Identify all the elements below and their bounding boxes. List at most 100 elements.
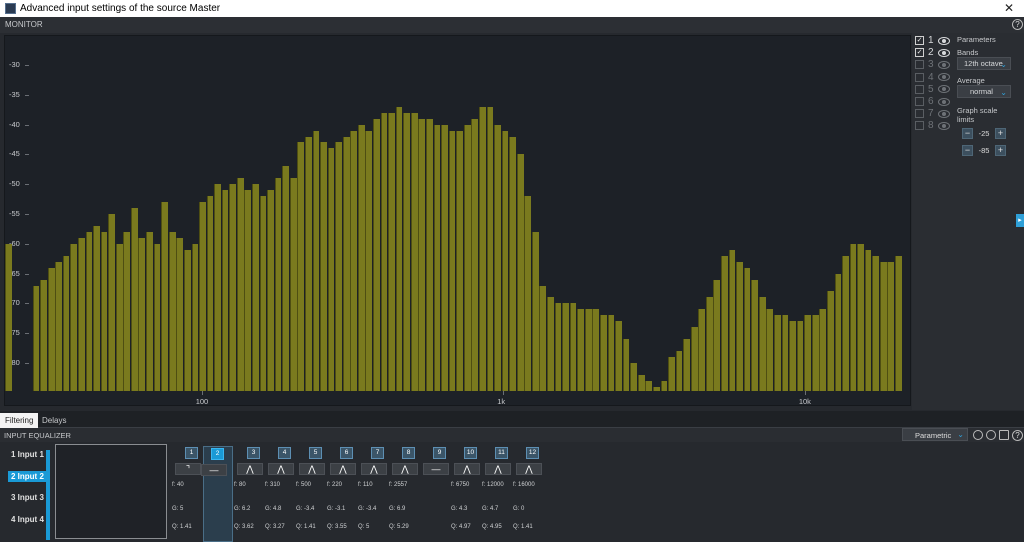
filter-param-q[interactable]: Q: 4.95	[482, 524, 502, 530]
filter-param-q[interactable]: Q: 1.41	[513, 524, 533, 530]
filter-number[interactable]: 11	[495, 447, 508, 459]
eye-icon[interactable]	[937, 97, 950, 106]
band-item[interactable]: 6	[915, 96, 950, 107]
band-item[interactable]: 4	[915, 72, 950, 83]
band-item[interactable]: 8	[915, 120, 950, 131]
band-checkbox[interactable]	[915, 121, 924, 131]
filter-number[interactable]: 6	[340, 447, 353, 459]
lower-limit-value[interactable]: -85	[973, 145, 995, 156]
filter-number[interactable]: 5	[309, 447, 322, 459]
band-checkbox[interactable]	[915, 84, 924, 94]
filter-number[interactable]: 2	[211, 448, 224, 460]
plus-icon[interactable]: +	[995, 144, 1006, 156]
eye-icon[interactable]	[937, 60, 950, 69]
filter-param-f[interactable]: f: 500	[296, 482, 311, 488]
headphones-icon[interactable]	[973, 430, 983, 440]
input-item[interactable]: 1 Input 1	[8, 449, 47, 460]
expand-panel-icon[interactable]: ▸	[1016, 214, 1024, 227]
eq-mode-dropdown[interactable]: Parametric ⌄	[902, 428, 968, 441]
filter-number[interactable]: 1	[185, 447, 198, 459]
input-item[interactable]: 2 Input 2	[8, 470, 47, 482]
filter-param-q[interactable]: Q: 3.55	[327, 524, 347, 530]
filter-shape-icon[interactable]: ⋀	[392, 463, 418, 475]
input-item[interactable]: 3 Input 3	[8, 492, 47, 503]
filter-param-g[interactable]: G: 4.7	[482, 506, 498, 512]
filter-shape-icon[interactable]: ⋀	[330, 463, 356, 475]
close-icon[interactable]: ✕	[1004, 1, 1014, 15]
filter-param-g[interactable]: G: 4.8	[265, 506, 281, 512]
filter-column[interactable]: 8 ⋀ f: 2557 G: 6.9 Q: 5.29	[389, 446, 425, 542]
band-checkbox[interactable]	[915, 60, 924, 70]
filter-shape-icon[interactable]: ⋀	[485, 463, 511, 475]
filter-shape-icon[interactable]: ⋀	[299, 463, 325, 475]
filter-number[interactable]: 9	[433, 447, 446, 459]
filter-shape-icon[interactable]: ⋀	[268, 463, 294, 475]
bands-dropdown[interactable]: 12th octave ⌄	[957, 57, 1011, 70]
filter-param-q[interactable]: Q: 1.41	[172, 524, 192, 530]
filter-shape-icon[interactable]: ⌝	[175, 463, 201, 475]
filter-param-g[interactable]: G: 6.9	[389, 506, 405, 512]
filter-param-f[interactable]: f: 220	[327, 482, 342, 488]
filter-param-g[interactable]: G: 6.2	[234, 506, 250, 512]
band-checkbox[interactable]: ✓	[915, 48, 924, 58]
filter-number[interactable]: 7	[371, 447, 384, 459]
filter-param-g[interactable]: G: -3.4	[358, 506, 376, 512]
filter-column[interactable]: 12 ⋀ f: 16000 G: 0 Q: 1.41	[513, 446, 549, 542]
reset-icon[interactable]	[986, 430, 996, 440]
filter-param-q[interactable]: Q: 3.62	[234, 524, 254, 530]
minus-icon[interactable]: −	[962, 127, 973, 139]
filter-number[interactable]: 4	[278, 447, 291, 459]
filter-param-f[interactable]: f: 2557	[389, 482, 407, 488]
plus-icon[interactable]: +	[995, 127, 1006, 139]
average-dropdown[interactable]: normal ⌄	[957, 85, 1011, 98]
filter-param-g[interactable]: G: 4.3	[451, 506, 467, 512]
filter-number[interactable]: 8	[402, 447, 415, 459]
band-checkbox[interactable]	[915, 109, 924, 119]
help-icon[interactable]: ?	[1012, 430, 1023, 441]
filter-param-g[interactable]: G: -3.1	[327, 506, 345, 512]
copy-icon[interactable]	[999, 430, 1009, 440]
eye-icon[interactable]	[937, 73, 950, 82]
band-item[interactable]: ✓ 2	[915, 47, 950, 58]
filter-number[interactable]: 3	[247, 447, 260, 459]
eye-icon[interactable]	[937, 48, 950, 57]
filter-number[interactable]: 10	[464, 447, 477, 459]
filter-shape-icon[interactable]: —	[201, 464, 227, 476]
eye-icon[interactable]	[937, 85, 950, 94]
band-item[interactable]: 3	[915, 59, 950, 70]
input-item[interactable]: 4 Input 4	[8, 514, 47, 525]
filter-shape-icon[interactable]: ⋀	[516, 463, 542, 475]
band-item[interactable]: 5	[915, 84, 950, 95]
filter-number[interactable]: 12	[526, 447, 539, 459]
filter-param-q[interactable]: Q: 5	[358, 524, 369, 530]
filter-param-q[interactable]: Q: 4.97	[451, 524, 471, 530]
filter-param-q[interactable]: Q: 1.41	[296, 524, 316, 530]
tab-delays[interactable]: Delays	[37, 413, 71, 428]
filter-param-g[interactable]: G: 0	[513, 506, 524, 512]
help-icon[interactable]: ?	[1012, 19, 1023, 30]
filter-param-q[interactable]: Q: 5.29	[389, 524, 409, 530]
filter-shape-icon[interactable]: ⋀	[237, 463, 263, 475]
band-checkbox[interactable]: ✓	[915, 36, 924, 45]
filter-shape-icon[interactable]: —	[423, 463, 449, 475]
upper-limit-value[interactable]: -25	[973, 128, 995, 139]
filter-param-q[interactable]: Q: 3.27	[265, 524, 285, 530]
filter-shape-icon[interactable]: ⋀	[454, 463, 480, 475]
eye-icon[interactable]	[937, 121, 950, 130]
filter-param-f[interactable]: f: 6750	[451, 482, 469, 488]
filter-param-g[interactable]: G: -3.4	[296, 506, 314, 512]
eye-icon[interactable]	[937, 36, 950, 45]
filter-shape-icon[interactable]: ⋀	[361, 463, 387, 475]
filter-column[interactable]: 2—	[201, 446, 233, 542]
minus-icon[interactable]: −	[962, 144, 973, 156]
filter-param-g[interactable]: G: 5	[172, 506, 183, 512]
band-item[interactable]: 7	[915, 108, 950, 119]
band-checkbox[interactable]	[915, 72, 924, 82]
filter-param-f[interactable]: f: 16000	[513, 482, 535, 488]
filter-param-f[interactable]: f: 40	[172, 482, 184, 488]
input-list-scrollbar[interactable]	[46, 450, 50, 540]
tab-filtering[interactable]: Filtering	[0, 413, 39, 428]
filter-param-f[interactable]: f: 110	[358, 482, 373, 488]
eye-icon[interactable]	[937, 109, 950, 118]
filter-param-f[interactable]: f: 12000	[482, 482, 504, 488]
